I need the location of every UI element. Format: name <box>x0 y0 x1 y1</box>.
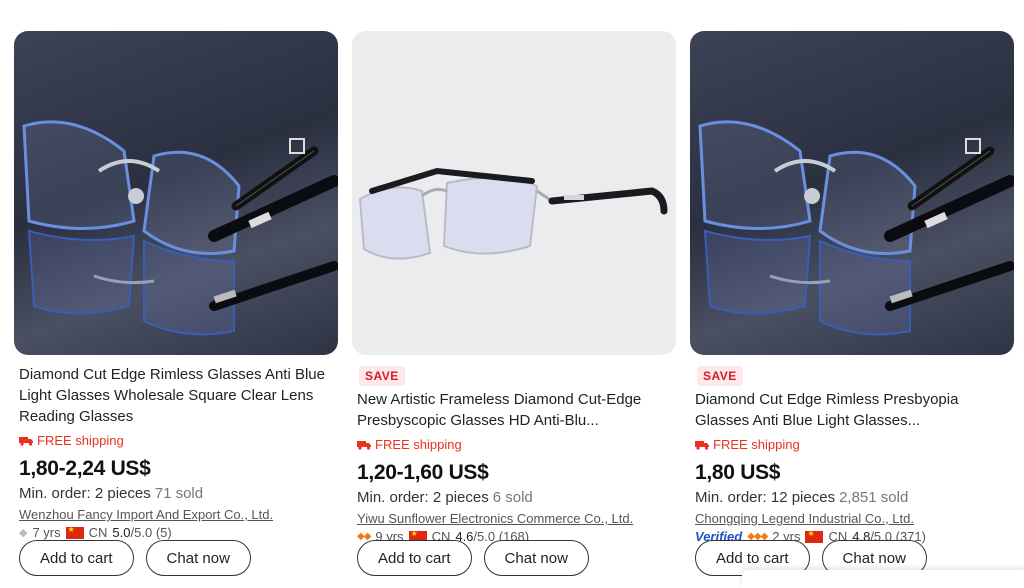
sold-count: 2,851 sold <box>839 489 909 506</box>
free-shipping-label: FREE shipping <box>19 433 332 448</box>
truck-icon <box>19 436 33 446</box>
free-shipping-label: FREE shipping <box>357 437 670 452</box>
product-card[interactable]: Diamond Cut Edge Rimless Glasses Anti Bl… <box>14 31 338 540</box>
card-actions: Add to cart Chat now <box>357 540 589 576</box>
truck-icon <box>695 440 709 450</box>
product-title[interactable]: Diamond Cut Edge Rimless Glasses Anti Bl… <box>19 364 332 427</box>
sold-count: 6 sold <box>492 489 533 506</box>
min-order-text: Min. order: 12 pieces <box>695 489 836 506</box>
min-order: Min. order: 2 pieces 71 sold <box>19 485 332 502</box>
product-card[interactable]: SAVE New Artistic Frameless Diamond Cut-… <box>352 31 676 544</box>
price: 1,80 US$ <box>695 461 781 484</box>
product-image[interactable] <box>352 31 676 355</box>
min-order: Min. order: 12 pieces 2,851 sold <box>695 489 1008 506</box>
glasses-image <box>14 31 338 355</box>
card-actions: Add to cart Chat now <box>19 540 251 576</box>
rating: 5.0/5.0 (5) <box>112 525 171 540</box>
review-count: (5) <box>155 525 172 540</box>
product-image[interactable] <box>14 31 338 355</box>
diamond-icon: ◆ <box>19 527 28 539</box>
shipping-text: FREE shipping <box>375 437 462 452</box>
rating-scale: /5.0 <box>130 525 153 540</box>
free-shipping-label: FREE shipping <box>695 437 1008 452</box>
product-card[interactable]: SAVE Diamond Cut Edge Rimless Presbyopia… <box>690 31 1014 544</box>
min-order-text: Min. order: 2 pieces <box>19 485 151 502</box>
price: 1,20-1,60 US$ <box>357 461 489 484</box>
chat-now-button[interactable]: Chat now <box>483 540 589 576</box>
min-order: Min. order: 2 pieces 6 sold <box>357 489 670 506</box>
sold-count: 71 sold <box>154 485 204 502</box>
product-image[interactable] <box>690 31 1014 355</box>
add-to-cart-button[interactable]: Add to cart <box>19 540 134 576</box>
glasses-image <box>690 31 1014 355</box>
supplier-link[interactable]: Yiwu Sunflower Electronics Commerce Co.,… <box>357 511 670 526</box>
shipping-text: FREE shipping <box>713 437 800 452</box>
save-badge: SAVE <box>359 366 405 386</box>
floating-panel-edge <box>742 570 1024 588</box>
chat-now-button[interactable]: Chat now <box>145 540 251 576</box>
supplier-link[interactable]: Chongqing Legend Industrial Co., Ltd. <box>695 511 1008 526</box>
supplier-years: 7 yrs <box>32 525 61 540</box>
product-title[interactable]: Diamond Cut Edge Rimless Presbyopia Glas… <box>695 389 1008 431</box>
save-badge: SAVE <box>697 366 743 386</box>
product-title[interactable]: New Artistic Frameless Diamond Cut-Edge … <box>357 389 670 431</box>
truck-icon <box>357 440 371 450</box>
min-order-text: Min. order: 2 pieces <box>357 489 489 506</box>
china-flag-icon <box>65 525 84 539</box>
supplier-meta: ◆ 7 yrs CN 5.0/5.0 (5) <box>19 525 332 541</box>
supplier-link[interactable]: Wenzhou Fancy Import And Export Co., Ltd… <box>19 507 332 522</box>
rating-value: 5.0 <box>112 525 131 540</box>
country-code: CN <box>88 525 108 540</box>
add-to-cart-button[interactable]: Add to cart <box>357 540 472 576</box>
shipping-text: FREE shipping <box>37 433 124 448</box>
price: 1,80-2,24 US$ <box>19 457 151 480</box>
glasses-image <box>358 167 668 260</box>
